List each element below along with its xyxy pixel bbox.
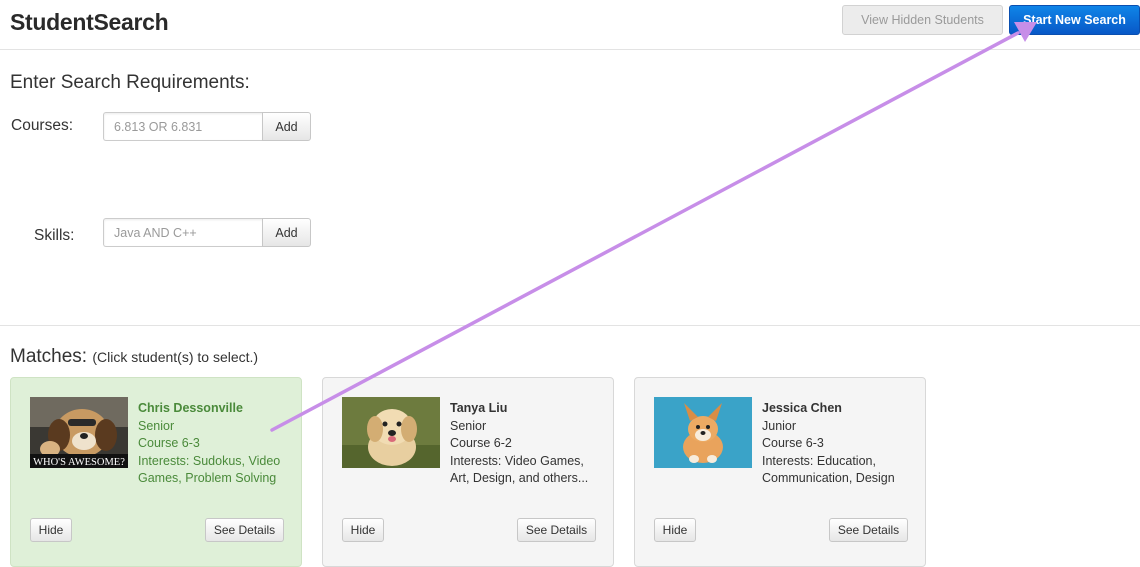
student-interests: Interests: Video Games, Art, Design, and… [450,453,589,486]
see-details-button[interactable]: See Details [829,518,908,542]
student-card-jessica-chen[interactable]: Jessica Chen Junior Course 6-3 Interests… [634,377,926,567]
student-card-chris-dessonville[interactable]: WHO'S AWESOME? Chris Dessonville Senior … [10,377,302,567]
student-info: Chris Dessonville Senior Course 6-3 Inte… [30,400,290,488]
see-details-button[interactable]: See Details [517,518,596,542]
student-card-tanya-liu[interactable]: Tanya Liu Senior Course 6-2 Interests: V… [322,377,614,567]
matches-title: Matches: [10,346,88,367]
matches-heading: Matches: (Click student(s) to select.) [10,346,258,368]
hide-button[interactable]: Hide [30,518,72,542]
see-details-button[interactable]: See Details [205,518,284,542]
add-skill-button[interactable]: Add [262,218,311,247]
student-interests: Interests: Education, Communication, Des… [762,453,895,486]
courses-label: Courses: [11,117,74,134]
add-course-button[interactable]: Add [262,112,311,141]
student-info: Jessica Chen Junior Course 6-3 Interests… [654,400,914,488]
student-info: Tanya Liu Senior Course 6-2 Interests: V… [342,400,602,488]
hide-button[interactable]: Hide [342,518,384,542]
view-hidden-students-button[interactable]: View Hidden Students [842,5,1003,35]
section-divider [0,325,1140,326]
skills-label: Skills: [34,227,75,244]
skills-input[interactable] [103,218,263,247]
start-new-search-button[interactable]: Start New Search [1009,5,1140,35]
app-title: StudentSearch [10,9,169,35]
search-requirements-title: Enter Search Requirements: [10,72,250,93]
matches-hint: (Click student(s) to select.) [92,349,259,365]
student-interests: Interests: Sudokus, Video Games, Problem… [138,453,281,486]
header-divider [0,49,1140,50]
hide-button[interactable]: Hide [654,518,696,542]
courses-input[interactable] [103,112,263,141]
